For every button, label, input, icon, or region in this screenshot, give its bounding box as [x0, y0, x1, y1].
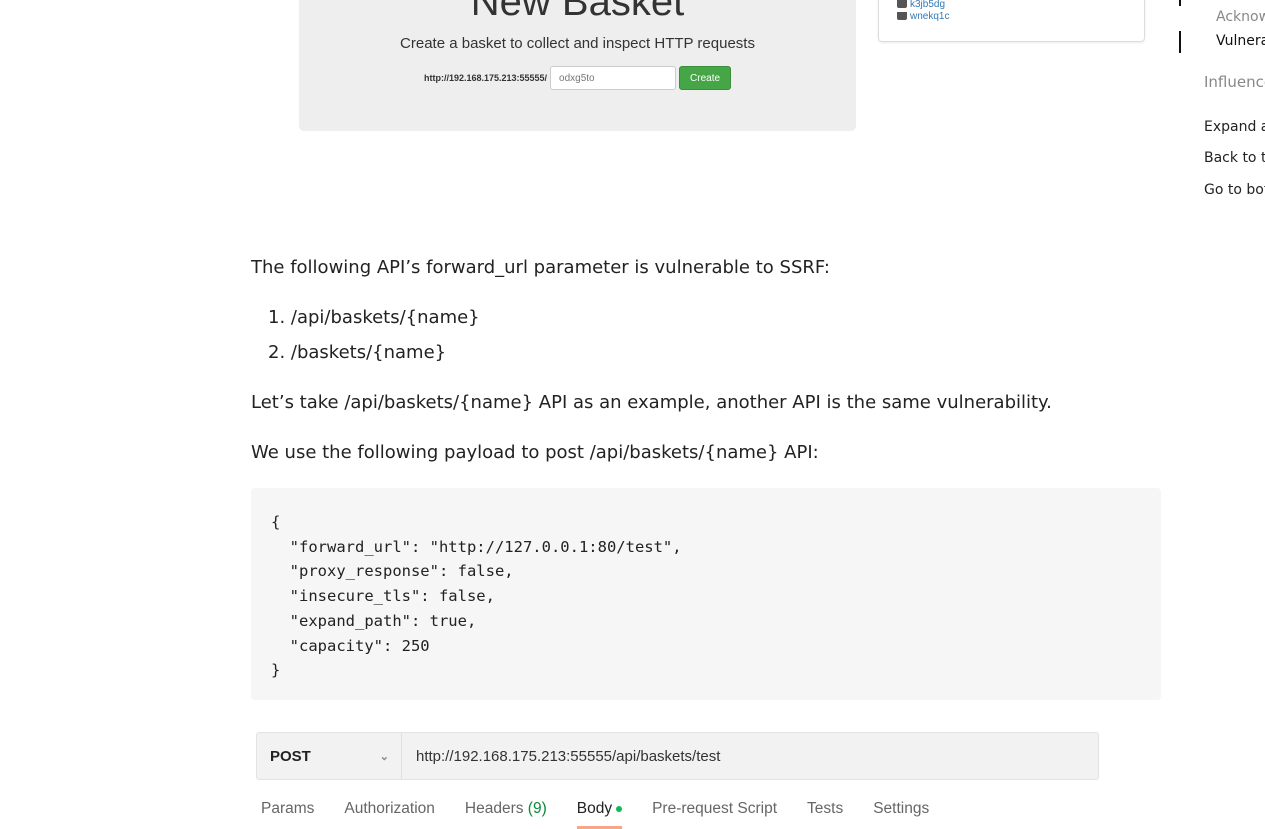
my-baskets-panel: k3jb5dg wnekq1c [878, 0, 1145, 42]
paragraph: The following API’s forward_url paramete… [251, 257, 830, 278]
list-item: 1. /api/baskets/{name} [268, 307, 480, 328]
basket-icon [897, 12, 907, 20]
url-input[interactable]: http://192.168.175.213:55555/api/baskets… [402, 733, 720, 779]
expand-all-link[interactable]: Expand a [1204, 119, 1265, 135]
basket-name: wnekq1c [910, 10, 950, 22]
tab-params[interactable]: Params [261, 800, 314, 829]
basket-link[interactable]: wnekq1c [897, 10, 1126, 22]
basket-icon [897, 0, 907, 8]
basket-url-prefix: http://192.168.175.213:55555/ [423, 73, 548, 83]
basket-title: New Basket [470, 0, 685, 24]
postman-tabs: Params Authorization Headers (9) Body Pr… [261, 800, 959, 829]
basket-link[interactable]: k3jb5dg [897, 0, 1126, 10]
code-block: { "forward_url": "http://127.0.0.1:80/te… [251, 488, 1161, 700]
paragraph: We use the following payload to post /ap… [251, 442, 819, 463]
create-button[interactable]: Create [679, 66, 732, 90]
modified-dot-icon [616, 805, 623, 812]
chevron-down-icon: ⌄ [379, 750, 389, 763]
tab-label: Body [576, 800, 613, 817]
postman-request-bar: POST ⌄ http://192.168.175.213:55555/api/b… [256, 732, 1099, 780]
toc-active-marker [1179, 31, 1181, 53]
go-to-bottom-link[interactable]: Go to bot [1204, 182, 1265, 198]
paragraph: Let’s take /api/baskets/{name} API as an… [251, 392, 1052, 413]
list-item-text: /baskets/{name} [290, 342, 447, 363]
tab-pre-request-script[interactable]: Pre-request Script [652, 800, 777, 829]
headers-count: (9) [527, 800, 547, 817]
method-label: POST [270, 747, 311, 765]
tab-tests[interactable]: Tests [807, 800, 843, 829]
tab-headers[interactable]: Headers (9) [465, 800, 547, 829]
list-item: 2. /baskets/{name} [268, 342, 447, 363]
basket-name: k3jb5dg [910, 0, 946, 10]
toc-item[interactable]: Influence [1204, 73, 1265, 91]
basket-subtitle: Create a basket to collect and inspect H… [400, 35, 755, 52]
tab-authorization[interactable]: Authorization [344, 800, 434, 829]
toc-item-active[interactable]: Vulnera [1216, 33, 1265, 49]
tab-label: Headers [464, 800, 524, 817]
toc-item[interactable]: Acknow [1216, 9, 1265, 25]
tab-settings[interactable]: Settings [873, 800, 929, 829]
basket-name-input[interactable] [550, 66, 677, 90]
method-select[interactable]: POST ⌄ [257, 733, 402, 779]
tab-body[interactable]: Body [576, 800, 623, 829]
list-item-text: /api/baskets/{name} [290, 307, 480, 328]
new-basket-screenshot: New Basket Create a basket to collect an… [299, 0, 856, 131]
toc-marker [1179, 0, 1181, 6]
back-to-top-link[interactable]: Back to t [1204, 150, 1265, 166]
